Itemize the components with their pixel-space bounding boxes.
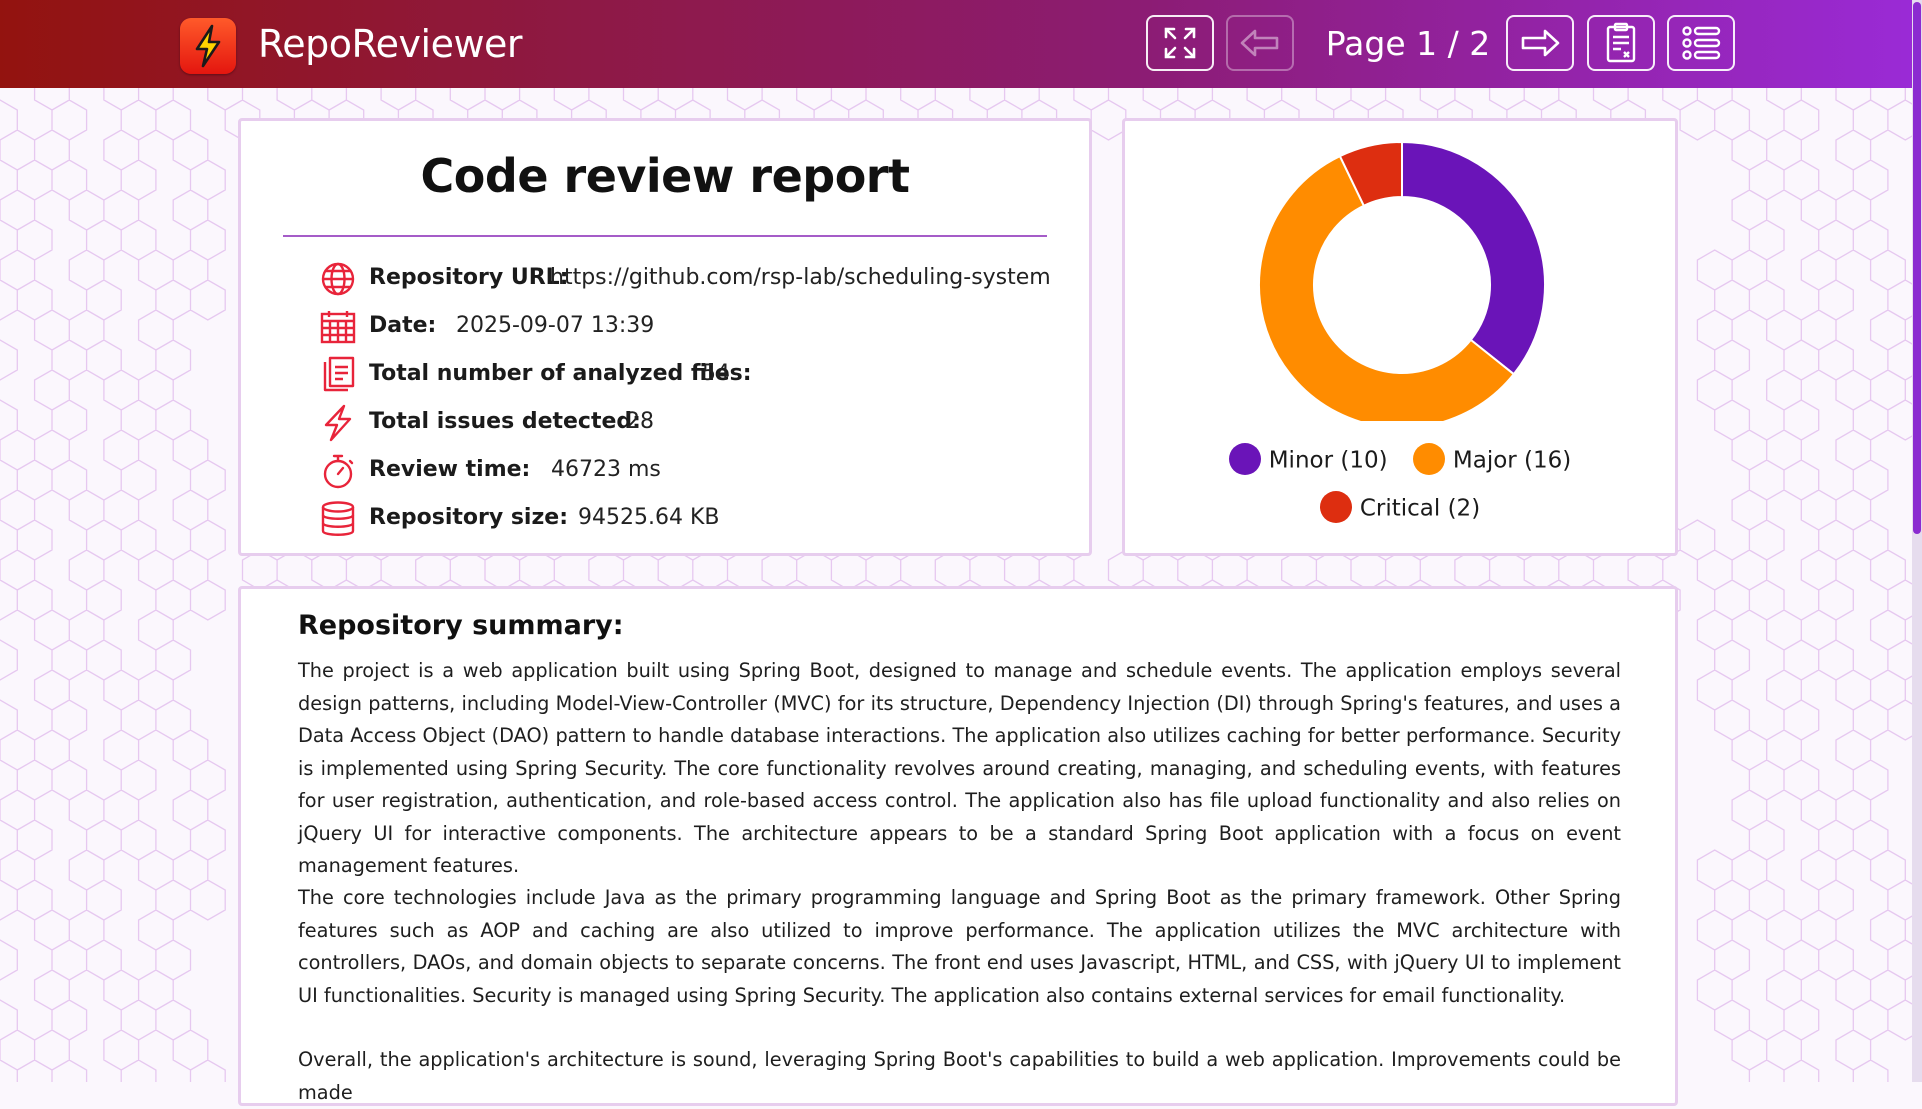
scrollbar-thumb[interactable] — [1913, 2, 1921, 534]
summary-paragraph-1: The project is a web application built u… — [298, 659, 1621, 877]
repository-size-value: 94525.64 KB — [578, 505, 720, 530]
globe-icon — [321, 262, 355, 296]
lightning-icon — [195, 24, 221, 68]
issues-chart-card: Minor (10) Major (16) Critical (2) — [1122, 118, 1678, 556]
repository-size-label: Repository size: — [369, 505, 568, 530]
expand-icon — [1164, 27, 1196, 59]
legend-label-minor: Minor (10) — [1268, 447, 1388, 474]
summary-paragraph-2: The core technologies include Java as th… — [298, 886, 1621, 1007]
legend-swatch-minor — [1228, 443, 1261, 475]
arrow-left-icon — [1240, 29, 1279, 57]
date-value: 2025-09-07 13:39 — [456, 313, 655, 338]
legend-swatch-major — [1412, 443, 1445, 475]
issues-donut-chart — [1258, 140, 1546, 421]
list-menu-icon — [1682, 26, 1721, 60]
repository-url-label: Repository URL: — [369, 265, 569, 290]
page-indicator: Page 1 / 2 — [1325, 24, 1491, 63]
repository-url-value: https://github.com/rsp-lab/scheduling-sy… — [550, 265, 1051, 290]
summary-paragraph-3: Overall, the application's architecture … — [298, 1048, 1621, 1104]
lightning-icon — [324, 404, 352, 442]
legend-item-minor[interactable]: Minor (10) — [1228, 443, 1388, 477]
report-title: Code review report — [420, 149, 910, 203]
analyzed-files-value: 54 — [702, 361, 730, 386]
report-document-icon — [1606, 22, 1636, 63]
issues-value: 28 — [626, 409, 654, 434]
legend-item-major[interactable]: Major (16) — [1412, 443, 1572, 477]
database-icon — [321, 501, 355, 536]
app-logo — [180, 18, 236, 74]
legend-item-critical[interactable]: Critical (2) — [1319, 491, 1481, 525]
analyzed-files-label: Total number of analyzed files: — [369, 361, 752, 386]
menu-button[interactable] — [1667, 15, 1735, 71]
app-title: RepoReviewer — [258, 22, 523, 66]
files-icon — [323, 356, 355, 392]
next-page-button[interactable] — [1506, 15, 1574, 71]
date-label: Date: — [369, 313, 437, 338]
review-time-label: Review time: — [369, 457, 531, 482]
chart-legend-row-2: Critical (2) — [1125, 491, 1675, 525]
legend-label-critical: Critical (2) — [1359, 495, 1481, 522]
issues-label: Total issues detected: — [369, 409, 641, 434]
chart-legend-row-1: Minor (10) Major (16) — [1125, 443, 1675, 477]
fullscreen-button[interactable] — [1146, 15, 1214, 71]
report-info-card: Code review report Repository URL: https… — [238, 118, 1092, 556]
stopwatch-icon — [323, 454, 354, 489]
top-bar: RepoReviewer Page 1 / 2 — [0, 0, 1912, 88]
legend-swatch-critical — [1319, 491, 1352, 523]
repository-summary-card: Repository summary: The project is a web… — [238, 586, 1678, 1106]
title-divider — [283, 235, 1047, 237]
review-time-value: 46723 ms — [551, 457, 661, 482]
export-report-button[interactable] — [1587, 15, 1655, 71]
arrow-right-icon — [1521, 29, 1560, 57]
legend-label-major: Major (16) — [1452, 447, 1572, 474]
calendar-icon — [320, 311, 356, 344]
donut-slice-minor[interactable] — [1401, 140, 1546, 376]
summary-heading: Repository summary: — [298, 610, 624, 641]
previous-page-button[interactable] — [1226, 15, 1294, 71]
